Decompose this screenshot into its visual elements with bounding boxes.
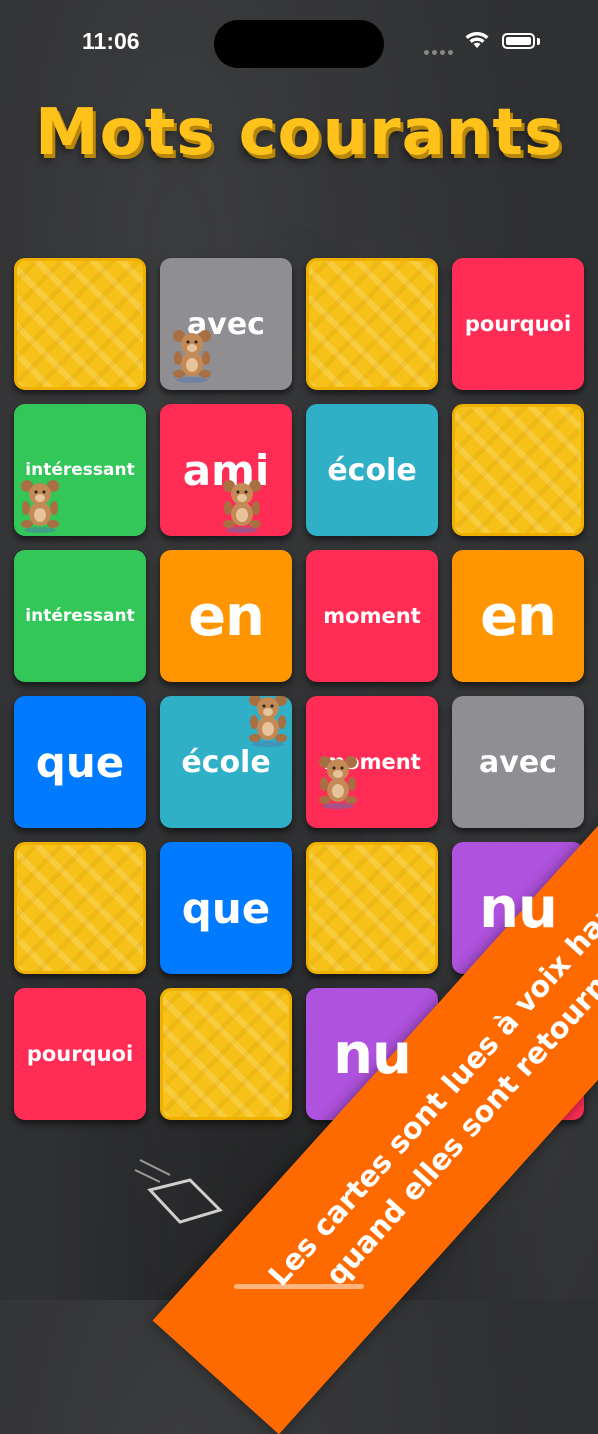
card-word: nu (479, 875, 558, 941)
memory-card[interactable]: moment (306, 550, 438, 682)
memory-card-face-down[interactable] (306, 258, 438, 390)
card-word: moment (323, 604, 421, 628)
memory-card-face-down[interactable] (160, 988, 292, 1120)
battery-icon (502, 33, 535, 49)
memory-card[interactable]: école (160, 696, 292, 828)
wifi-icon (465, 32, 489, 48)
card-word: école (181, 744, 271, 780)
memory-card-face-down[interactable] (306, 842, 438, 974)
memory-card[interactable]: école (306, 404, 438, 536)
memory-card[interactable]: intéressant (14, 404, 146, 536)
card-word: école (327, 452, 417, 488)
memory-card-face-down[interactable] (14, 258, 146, 390)
memory-card[interactable]: pourquoi (452, 258, 584, 390)
teddy-bear-icon (316, 754, 360, 810)
home-indicator[interactable] (234, 1284, 364, 1289)
memory-card-face-down[interactable] (14, 842, 146, 974)
teddy-bear-icon (220, 478, 264, 534)
memory-card[interactable]: avec (452, 696, 584, 828)
memory-card[interactable]: intéressant (14, 550, 146, 682)
dynamic-island (214, 20, 384, 68)
status-bar: 11:06 (0, 0, 598, 86)
battery-cap (537, 38, 540, 45)
teddy-bear-icon (170, 328, 214, 384)
card-word: que (35, 737, 125, 787)
cellular-signal-icon (424, 40, 456, 59)
card-word: en (480, 583, 557, 649)
card-word: en (188, 583, 265, 649)
memory-card[interactable]: que (14, 696, 146, 828)
chalk-icon (134, 1159, 223, 1224)
status-time: 11:06 (82, 28, 140, 54)
card-word: avec (479, 744, 557, 780)
card-word: que (181, 883, 271, 933)
page-title: Mots courants (34, 96, 564, 170)
card-word: intéressant (25, 606, 135, 626)
memory-card[interactable]: moment (306, 696, 438, 828)
card-word: pourquoi (464, 312, 572, 336)
memory-card[interactable]: avec (160, 258, 292, 390)
memory-card[interactable]: en (452, 550, 584, 682)
memory-card[interactable]: pourquoi (14, 988, 146, 1120)
teddy-bear-icon (18, 478, 62, 534)
teddy-bear-icon (246, 696, 290, 748)
memory-card-face-down[interactable] (452, 404, 584, 536)
card-word: nu (333, 1021, 412, 1087)
card-word: intéressant (25, 460, 135, 480)
memory-card[interactable]: ami (160, 404, 292, 536)
card-word: pourquoi (26, 1042, 134, 1066)
memory-card[interactable]: que (160, 842, 292, 974)
memory-card[interactable]: en (160, 550, 292, 682)
